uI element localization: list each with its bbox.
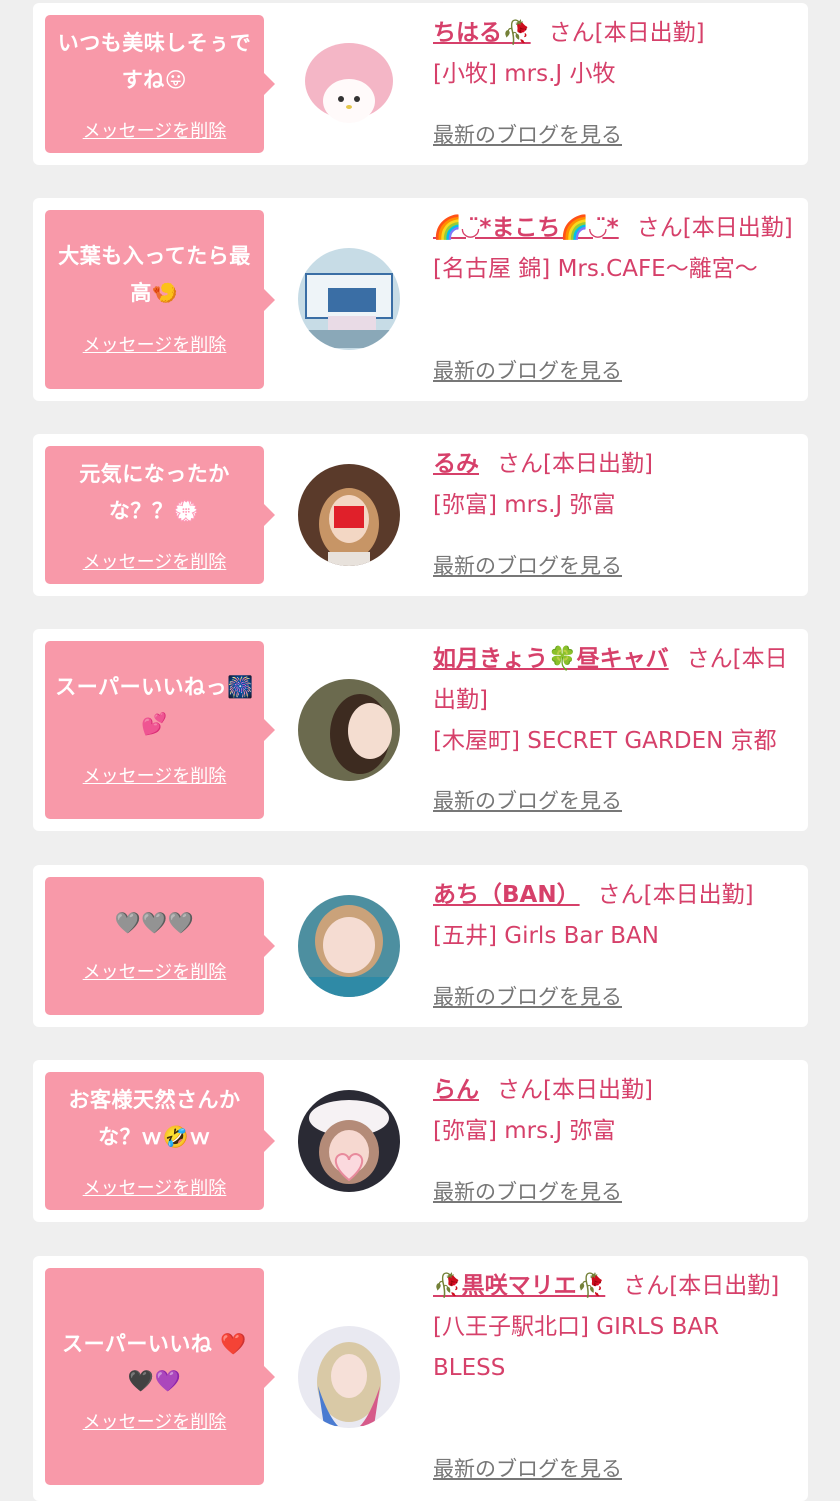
- latest-blog-link[interactable]: 最新のブログを見る: [433, 355, 622, 385]
- message-text: お客様天然さんかな？ｗ🤣ｗ: [68, 1088, 241, 1149]
- delete-message-link[interactable]: メッセージを削除: [45, 331, 264, 357]
- shop-name: [弥富] mrs.J 弥富: [433, 492, 616, 518]
- girl-name-link[interactable]: 如月きょう🍀昼キャバ: [433, 646, 669, 672]
- latest-blog-link[interactable]: 最新のブログを見る: [433, 550, 622, 580]
- avatar[interactable]: [298, 895, 400, 997]
- message-bubble: 🩶🩶🩶 メッセージを削除: [45, 877, 275, 1015]
- delete-message-link[interactable]: メッセージを削除: [45, 762, 264, 788]
- shop-name: [弥富] mrs.J 弥富: [433, 1118, 616, 1144]
- delete-message-link[interactable]: メッセージを削除: [45, 958, 264, 984]
- girl-info: 🌈◡̈*まこち🌈◡̈* さん[本日出勤] [名古屋 錦] Mrs.CAFE〜離宮〜: [433, 208, 798, 290]
- message-bubble: 元気になったかな？？💮 メッセージを削除: [45, 446, 275, 584]
- girl-info: 如月きょう🍀昼キャバ さん[本日出勤] [木屋町] SECRET GARDEN 京…: [433, 639, 798, 762]
- message-card: スーパーいいね ❤️🖤💜 メッセージを削除 🥀黒咲マリエ🥀 さん[本日出勤] [八…: [33, 1256, 808, 1501]
- message-bubble: スーパーいいねっ🎆💕 メッセージを削除: [45, 641, 275, 819]
- latest-blog-link[interactable]: 最新のブログを見る: [433, 1176, 622, 1206]
- delete-message-link[interactable]: メッセージを削除: [45, 117, 264, 143]
- message-card: 大葉も入ってたら最高🍤 メッセージを削除 🌈◡̈*まこち🌈◡̈* さん[本日出勤]…: [33, 198, 808, 401]
- avatar[interactable]: [298, 464, 400, 566]
- message-text: 🩶🩶🩶: [114, 911, 195, 935]
- latest-blog-link[interactable]: 最新のブログを見る: [433, 1453, 622, 1483]
- san-suffix: さん[本日出勤]: [497, 1077, 653, 1103]
- girl-name-link[interactable]: ちはる🥀: [433, 20, 531, 46]
- san-suffix: さん[本日出勤]: [497, 451, 653, 477]
- shop-name: [八王子駅北口] GIRLS BAR BLESS: [433, 1314, 720, 1381]
- girl-name-link[interactable]: 🥀黒咲マリエ🥀: [433, 1273, 605, 1299]
- message-bubble: お客様天然さんかな？ｗ🤣ｗ メッセージを削除: [45, 1072, 275, 1210]
- girl-name-link[interactable]: るみ: [433, 451, 479, 477]
- girl-name-link[interactable]: あち（BAN）: [433, 882, 580, 908]
- girl-info: 🥀黒咲マリエ🥀 さん[本日出勤] [八王子駅北口] GIRLS BAR BLESS: [433, 1266, 798, 1389]
- avatar[interactable]: [298, 33, 400, 135]
- message-text: 大葉も入ってたら最高🍤: [58, 244, 251, 305]
- message-card: お客様天然さんかな？ｗ🤣ｗ メッセージを削除 らん さん[本日出勤] [弥富] m…: [33, 1060, 808, 1222]
- message-card: 🩶🩶🩶 メッセージを削除 あち（BAN） さん[本日出勤] [五井] Girls …: [33, 865, 808, 1027]
- message-text: スーパーいいねっ🎆💕: [55, 675, 254, 736]
- avatar[interactable]: [298, 248, 400, 350]
- avatar[interactable]: [298, 679, 400, 781]
- san-suffix: さん[本日出勤]: [623, 1273, 780, 1299]
- girl-info: あち（BAN） さん[本日出勤] [五井] Girls Bar BAN: [433, 875, 798, 957]
- latest-blog-link[interactable]: 最新のブログを見る: [433, 785, 622, 815]
- san-suffix: さん[本日出勤]: [636, 215, 793, 241]
- latest-blog-link[interactable]: 最新のブログを見る: [433, 981, 622, 1011]
- girl-name-link[interactable]: らん: [433, 1077, 479, 1103]
- san-suffix: さん[本日出勤]: [548, 20, 705, 46]
- message-bubble: スーパーいいね ❤️🖤💜 メッセージを削除: [45, 1268, 275, 1485]
- shop-name: [小牧] mrs.J 小牧: [433, 61, 616, 87]
- latest-blog-link[interactable]: 最新のブログを見る: [433, 119, 622, 149]
- san-suffix: さん[本日出勤]: [597, 882, 754, 908]
- delete-message-link[interactable]: メッセージを削除: [45, 1408, 264, 1434]
- girl-info: るみ さん[本日出勤] [弥富] mrs.J 弥富: [433, 444, 798, 526]
- message-card: いつも美味しそぅですね😛 メッセージを削除 ちはる🥀 さん[本日出勤] [小牧] …: [33, 3, 808, 165]
- shop-name: [五井] Girls Bar BAN: [433, 923, 659, 949]
- girl-name-link[interactable]: 🌈◡̈*まこち🌈◡̈*: [433, 215, 619, 241]
- message-bubble: 大葉も入ってたら最高🍤 メッセージを削除: [45, 210, 275, 389]
- shop-name: [木屋町] SECRET GARDEN 京都: [433, 728, 777, 754]
- message-card: スーパーいいねっ🎆💕 メッセージを削除 如月きょう🍀昼キャバ さん[本日出勤] […: [33, 629, 808, 831]
- avatar[interactable]: [298, 1326, 400, 1428]
- delete-message-link[interactable]: メッセージを削除: [45, 1174, 264, 1200]
- message-card: 元気になったかな？？💮 メッセージを削除 るみ さん[本日出勤] [弥富] mrs…: [33, 434, 808, 596]
- girl-info: らん さん[本日出勤] [弥富] mrs.J 弥富: [433, 1070, 798, 1152]
- girl-info: ちはる🥀 さん[本日出勤] [小牧] mrs.J 小牧: [433, 13, 798, 95]
- message-text: スーパーいいね ❤️🖤💜: [62, 1332, 247, 1393]
- shop-name: [名古屋 錦] Mrs.CAFE〜離宮〜: [433, 256, 758, 282]
- message-text: 元気になったかな？？💮: [79, 462, 230, 523]
- message-text: いつも美味しそぅですね😛: [57, 31, 252, 92]
- message-bubble: いつも美味しそぅですね😛 メッセージを削除: [45, 15, 275, 153]
- delete-message-link[interactable]: メッセージを削除: [45, 548, 264, 574]
- avatar[interactable]: [298, 1090, 400, 1192]
